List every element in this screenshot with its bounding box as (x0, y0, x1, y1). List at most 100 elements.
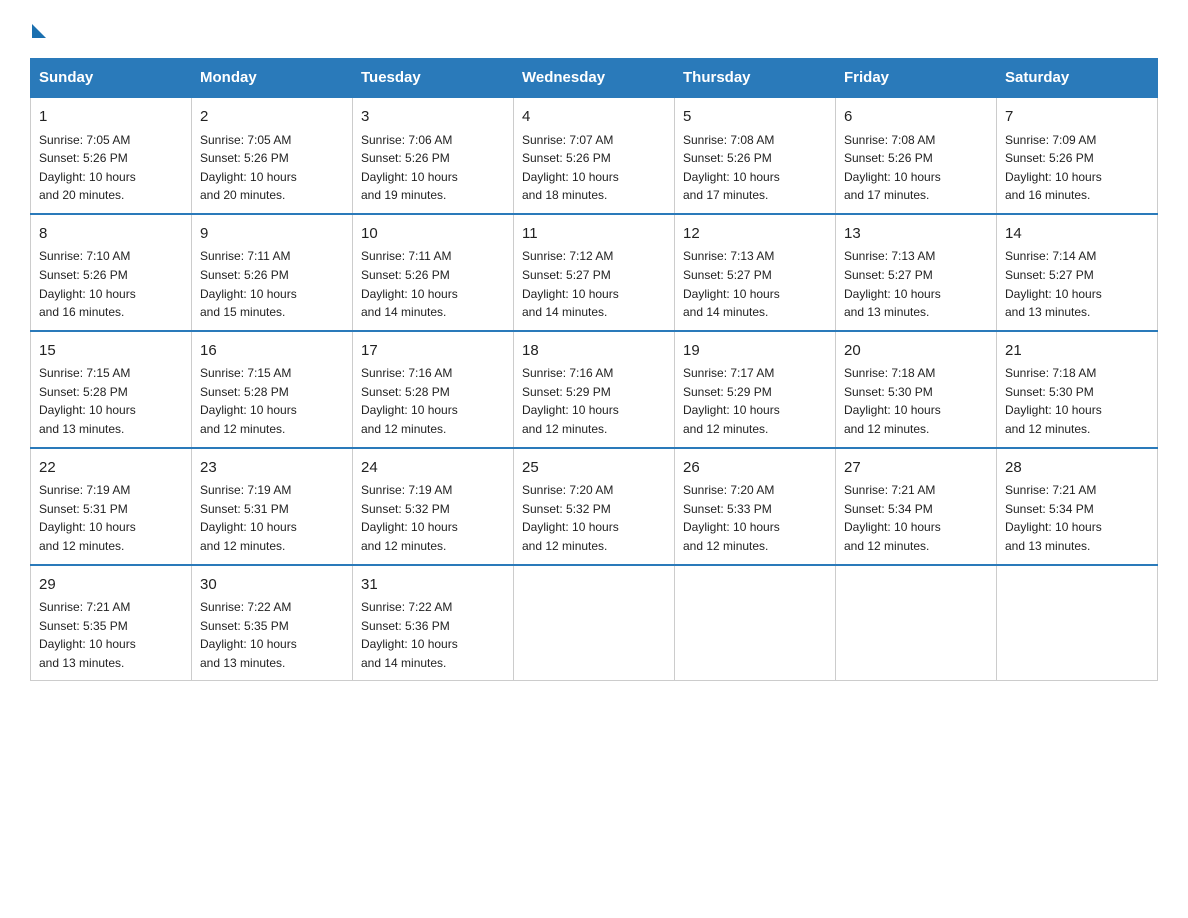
day-number: 12 (683, 223, 827, 246)
day-info: Sunrise: 7:21 AMSunset: 5:34 PMDaylight:… (1005, 481, 1149, 555)
calendar-cell: 4Sunrise: 7:07 AMSunset: 5:26 PMDaylight… (514, 97, 675, 214)
weekday-header-monday: Monday (192, 59, 353, 98)
calendar-cell: 20Sunrise: 7:18 AMSunset: 5:30 PMDayligh… (836, 331, 997, 448)
calendar-cell (675, 565, 836, 681)
day-info: Sunrise: 7:07 AMSunset: 5:26 PMDaylight:… (522, 131, 666, 205)
calendar-cell (514, 565, 675, 681)
calendar-cell: 1Sunrise: 7:05 AMSunset: 5:26 PMDaylight… (31, 97, 192, 214)
day-info: Sunrise: 7:05 AMSunset: 5:26 PMDaylight:… (200, 131, 344, 205)
calendar-week-row: 1Sunrise: 7:05 AMSunset: 5:26 PMDaylight… (31, 97, 1158, 214)
day-number: 30 (200, 574, 344, 597)
calendar-cell: 15Sunrise: 7:15 AMSunset: 5:28 PMDayligh… (31, 331, 192, 448)
calendar-week-row: 22Sunrise: 7:19 AMSunset: 5:31 PMDayligh… (31, 448, 1158, 565)
day-info: Sunrise: 7:18 AMSunset: 5:30 PMDaylight:… (1005, 364, 1149, 438)
day-number: 16 (200, 340, 344, 363)
calendar-cell: 5Sunrise: 7:08 AMSunset: 5:26 PMDaylight… (675, 97, 836, 214)
weekday-header-row: SundayMondayTuesdayWednesdayThursdayFrid… (31, 59, 1158, 98)
day-number: 7 (1005, 106, 1149, 129)
day-number: 17 (361, 340, 505, 363)
calendar-cell (997, 565, 1158, 681)
calendar-cell: 9Sunrise: 7:11 AMSunset: 5:26 PMDaylight… (192, 214, 353, 331)
day-number: 22 (39, 457, 183, 480)
day-info: Sunrise: 7:15 AMSunset: 5:28 PMDaylight:… (39, 364, 183, 438)
day-info: Sunrise: 7:10 AMSunset: 5:26 PMDaylight:… (39, 247, 183, 321)
day-number: 13 (844, 223, 988, 246)
calendar-cell: 26Sunrise: 7:20 AMSunset: 5:33 PMDayligh… (675, 448, 836, 565)
day-info: Sunrise: 7:11 AMSunset: 5:26 PMDaylight:… (200, 247, 344, 321)
day-info: Sunrise: 7:12 AMSunset: 5:27 PMDaylight:… (522, 247, 666, 321)
logo-arrow-icon (32, 24, 46, 38)
day-info: Sunrise: 7:19 AMSunset: 5:31 PMDaylight:… (200, 481, 344, 555)
day-info: Sunrise: 7:21 AMSunset: 5:35 PMDaylight:… (39, 598, 183, 672)
day-number: 3 (361, 106, 505, 129)
calendar-cell: 7Sunrise: 7:09 AMSunset: 5:26 PMDaylight… (997, 97, 1158, 214)
day-number: 20 (844, 340, 988, 363)
calendar-week-row: 15Sunrise: 7:15 AMSunset: 5:28 PMDayligh… (31, 331, 1158, 448)
day-info: Sunrise: 7:08 AMSunset: 5:26 PMDaylight:… (844, 131, 988, 205)
day-number: 8 (39, 223, 183, 246)
day-info: Sunrise: 7:17 AMSunset: 5:29 PMDaylight:… (683, 364, 827, 438)
day-number: 27 (844, 457, 988, 480)
day-info: Sunrise: 7:13 AMSunset: 5:27 PMDaylight:… (844, 247, 988, 321)
day-number: 9 (200, 223, 344, 246)
calendar-cell: 17Sunrise: 7:16 AMSunset: 5:28 PMDayligh… (353, 331, 514, 448)
weekday-header-saturday: Saturday (997, 59, 1158, 98)
calendar-cell: 14Sunrise: 7:14 AMSunset: 5:27 PMDayligh… (997, 214, 1158, 331)
day-number: 19 (683, 340, 827, 363)
day-number: 18 (522, 340, 666, 363)
calendar-week-row: 8Sunrise: 7:10 AMSunset: 5:26 PMDaylight… (31, 214, 1158, 331)
calendar-body: 1Sunrise: 7:05 AMSunset: 5:26 PMDaylight… (31, 97, 1158, 681)
calendar-cell: 25Sunrise: 7:20 AMSunset: 5:32 PMDayligh… (514, 448, 675, 565)
day-info: Sunrise: 7:22 AMSunset: 5:36 PMDaylight:… (361, 598, 505, 672)
day-info: Sunrise: 7:08 AMSunset: 5:26 PMDaylight:… (683, 131, 827, 205)
weekday-header-tuesday: Tuesday (353, 59, 514, 98)
weekday-header-sunday: Sunday (31, 59, 192, 98)
weekday-header-thursday: Thursday (675, 59, 836, 98)
calendar-cell: 21Sunrise: 7:18 AMSunset: 5:30 PMDayligh… (997, 331, 1158, 448)
day-info: Sunrise: 7:20 AMSunset: 5:33 PMDaylight:… (683, 481, 827, 555)
calendar-cell: 30Sunrise: 7:22 AMSunset: 5:35 PMDayligh… (192, 565, 353, 681)
calendar-cell: 12Sunrise: 7:13 AMSunset: 5:27 PMDayligh… (675, 214, 836, 331)
day-number: 10 (361, 223, 505, 246)
day-info: Sunrise: 7:09 AMSunset: 5:26 PMDaylight:… (1005, 131, 1149, 205)
day-info: Sunrise: 7:15 AMSunset: 5:28 PMDaylight:… (200, 364, 344, 438)
calendar-cell: 31Sunrise: 7:22 AMSunset: 5:36 PMDayligh… (353, 565, 514, 681)
day-number: 2 (200, 106, 344, 129)
day-info: Sunrise: 7:19 AMSunset: 5:31 PMDaylight:… (39, 481, 183, 555)
day-info: Sunrise: 7:05 AMSunset: 5:26 PMDaylight:… (39, 131, 183, 205)
calendar-table: SundayMondayTuesdayWednesdayThursdayFrid… (30, 58, 1158, 681)
calendar-cell: 18Sunrise: 7:16 AMSunset: 5:29 PMDayligh… (514, 331, 675, 448)
day-info: Sunrise: 7:06 AMSunset: 5:26 PMDaylight:… (361, 131, 505, 205)
weekday-header-friday: Friday (836, 59, 997, 98)
day-number: 31 (361, 574, 505, 597)
day-number: 23 (200, 457, 344, 480)
calendar-week-row: 29Sunrise: 7:21 AMSunset: 5:35 PMDayligh… (31, 565, 1158, 681)
calendar-cell: 29Sunrise: 7:21 AMSunset: 5:35 PMDayligh… (31, 565, 192, 681)
day-number: 6 (844, 106, 988, 129)
weekday-header-wednesday: Wednesday (514, 59, 675, 98)
day-number: 5 (683, 106, 827, 129)
day-info: Sunrise: 7:20 AMSunset: 5:32 PMDaylight:… (522, 481, 666, 555)
calendar-header: SundayMondayTuesdayWednesdayThursdayFrid… (31, 59, 1158, 98)
day-number: 25 (522, 457, 666, 480)
day-info: Sunrise: 7:18 AMSunset: 5:30 PMDaylight:… (844, 364, 988, 438)
calendar-cell: 16Sunrise: 7:15 AMSunset: 5:28 PMDayligh… (192, 331, 353, 448)
calendar-cell: 22Sunrise: 7:19 AMSunset: 5:31 PMDayligh… (31, 448, 192, 565)
calendar-cell: 3Sunrise: 7:06 AMSunset: 5:26 PMDaylight… (353, 97, 514, 214)
day-info: Sunrise: 7:19 AMSunset: 5:32 PMDaylight:… (361, 481, 505, 555)
calendar-cell (836, 565, 997, 681)
day-info: Sunrise: 7:22 AMSunset: 5:35 PMDaylight:… (200, 598, 344, 672)
day-info: Sunrise: 7:13 AMSunset: 5:27 PMDaylight:… (683, 247, 827, 321)
day-number: 29 (39, 574, 183, 597)
calendar-cell: 8Sunrise: 7:10 AMSunset: 5:26 PMDaylight… (31, 214, 192, 331)
calendar-cell: 24Sunrise: 7:19 AMSunset: 5:32 PMDayligh… (353, 448, 514, 565)
day-number: 28 (1005, 457, 1149, 480)
day-number: 15 (39, 340, 183, 363)
day-number: 26 (683, 457, 827, 480)
calendar-cell: 6Sunrise: 7:08 AMSunset: 5:26 PMDaylight… (836, 97, 997, 214)
day-info: Sunrise: 7:14 AMSunset: 5:27 PMDaylight:… (1005, 247, 1149, 321)
day-number: 1 (39, 106, 183, 129)
logo (30, 20, 46, 38)
day-info: Sunrise: 7:11 AMSunset: 5:26 PMDaylight:… (361, 247, 505, 321)
calendar-cell: 28Sunrise: 7:21 AMSunset: 5:34 PMDayligh… (997, 448, 1158, 565)
